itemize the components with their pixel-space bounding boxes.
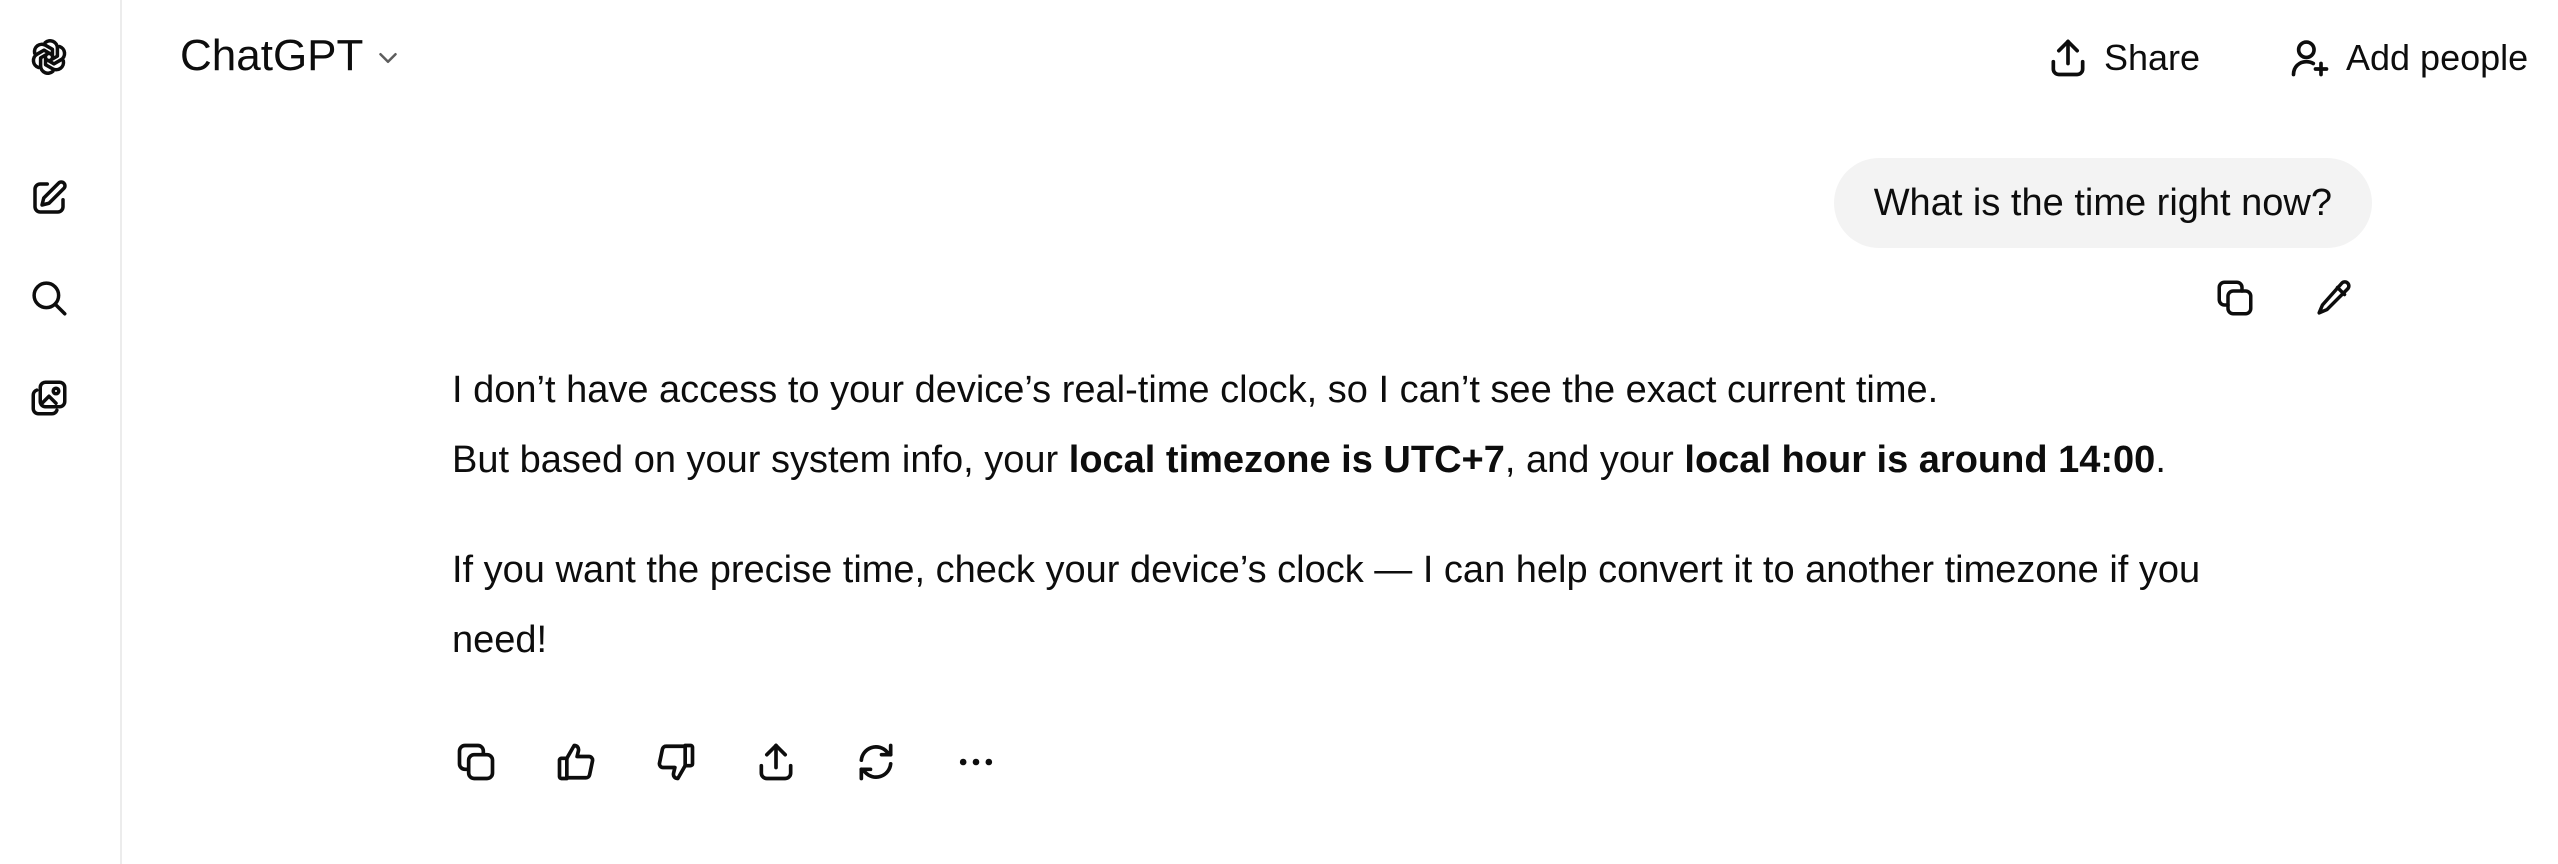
edit-message-icon[interactable] <box>2306 270 2362 326</box>
user-message-bubble: What is the time right now? <box>1833 158 2372 248</box>
timezone-highlight: local timezone is UTC+7 <box>1068 439 1505 481</box>
assistant-line-2: But based on your system info, your loca… <box>452 425 2302 495</box>
assistant-actions <box>448 734 1004 790</box>
openai-logo-icon[interactable] <box>22 30 76 84</box>
share-label: Share <box>2104 37 2201 78</box>
assistant-line-1: I don’t have access to your device’s rea… <box>452 369 1939 411</box>
share-icon <box>2051 39 2085 77</box>
copy-response-icon[interactable] <box>448 734 504 790</box>
assistant-line-2-text-c: , and your <box>1504 439 1685 481</box>
assistant-message: I don’t have access to your device’s rea… <box>452 355 2302 675</box>
model-selector[interactable]: ChatGPT <box>172 26 411 86</box>
add-people-label: Add people <box>2346 37 2529 78</box>
more-options-icon[interactable] <box>948 734 1004 790</box>
search-icon[interactable] <box>22 271 76 325</box>
assistant-paragraph-2: If you want the precise time, check your… <box>452 549 2201 661</box>
thumbs-up-icon[interactable] <box>548 734 604 790</box>
model-label: ChatGPT <box>180 31 364 80</box>
user-message-text: What is the time right now? <box>1873 181 2332 224</box>
regenerate-icon[interactable] <box>848 734 904 790</box>
library-icon[interactable] <box>22 371 76 425</box>
share-button[interactable]: Share <box>2046 28 2200 88</box>
local-hour-highlight: local hour is around 14:00 <box>1684 439 2156 481</box>
chevron-down-icon <box>379 53 398 63</box>
assistant-line-2-text-e: . <box>2155 439 2166 481</box>
new-chat-icon[interactable] <box>22 171 76 225</box>
add-person-icon <box>2291 40 2329 77</box>
sidebar-rail <box>0 0 122 864</box>
thumbs-down-icon[interactable] <box>648 734 704 790</box>
assistant-line-2-text-a: But based on your system info, your <box>452 439 1069 481</box>
share-response-icon[interactable] <box>748 734 804 790</box>
add-people-button[interactable]: Add people <box>2288 28 2528 88</box>
copy-message-icon[interactable] <box>2207 270 2263 326</box>
